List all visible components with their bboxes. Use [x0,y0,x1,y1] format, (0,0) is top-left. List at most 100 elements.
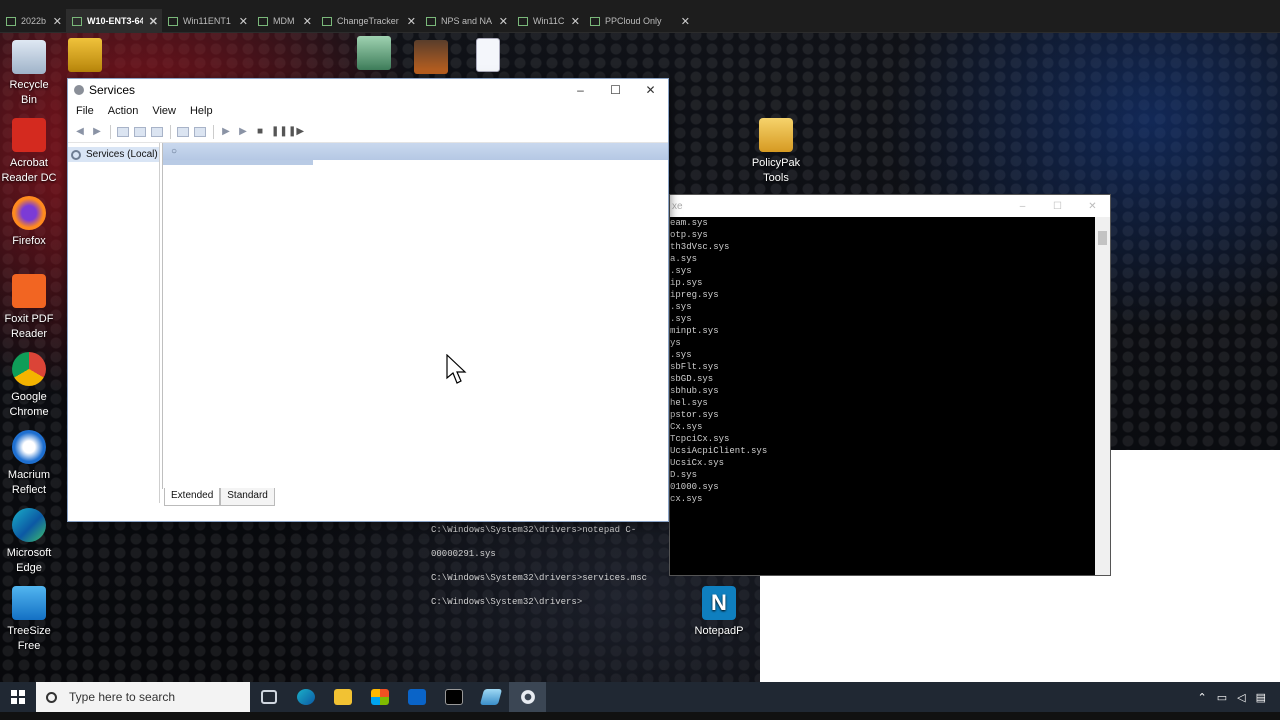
tree-item-label: Services (Local) [86,149,158,160]
command-prompt-window[interactable]: xe – ☐ ✕ eam.sys otp.sys th3dVsc.sys a.sys.… [669,194,1111,576]
desktop-icon-foxit[interactable]: Foxit PDF Reader [0,274,58,342]
desktop-icon-chrome[interactable]: Google Chrome [0,352,58,420]
menu-help[interactable]: Help [190,105,213,117]
taskbar-services[interactable] [509,682,546,712]
cmd-title-text: xe [672,200,683,212]
close-icon[interactable]: ✕ [303,15,312,28]
rdp-tab-win11ent1[interactable]: Win11ENT1 ✕ [162,9,252,33]
foxit-icon [12,274,46,308]
close-icon[interactable]: ✕ [571,15,580,28]
menu-file[interactable]: File [76,105,94,117]
cmd-titlebar[interactable]: xe – ☐ ✕ [670,195,1110,217]
notepad-icon: N [702,586,736,620]
maximize-button[interactable]: ☐ [598,83,633,97]
services-window[interactable]: Services – ☐ ✕ File Action View Help ◀ ▶… [67,78,669,522]
cmd-line: C:\Windows\System32\drivers> [431,597,583,607]
rdp-tab-nps-and-na[interactable]: NPS and NA ✕ [420,9,512,33]
rdp-tab-label: NPS and NA [441,16,493,26]
refresh-icon[interactable] [134,126,146,137]
desktop-icon-recycle-bin[interactable]: Recycle Bin [0,40,58,108]
cmd-line: ip.sys [670,278,703,288]
forward-arrow-icon[interactable]: ▶ [91,126,103,137]
help-icon[interactable] [177,126,189,137]
volume-icon[interactable]: ◁ [1237,691,1245,704]
menu-action[interactable]: Action [108,105,139,117]
restart-service-icon[interactable]: ❚▶ [288,126,304,137]
archive-icon[interactable] [68,38,102,72]
minimize-button[interactable]: – [1005,201,1040,212]
rdp-tab-mdm[interactable]: MDM ✕ [252,9,316,33]
notification-icon[interactable]: ▤ [1256,691,1266,704]
cmd-line: .sys [670,302,692,312]
rdp-tab-ppcloud-only[interactable]: PPCloud Only ✕ [584,9,694,33]
rdp-tab-changetracker[interactable]: ChangeTracker ✕ [316,9,420,33]
tab-extended[interactable]: Extended [164,488,221,506]
taskbar-cmd[interactable] [435,682,472,712]
taskbar-notepad[interactable] [472,682,509,712]
desktop-icon-acrobat[interactable]: Acrobat Reader DC [0,118,58,186]
maximize-button[interactable]: ☐ [1040,201,1075,212]
tab-standard[interactable]: Standard [220,488,275,506]
task-view-button[interactable] [250,682,287,712]
chevron-up-icon[interactable]: ⌃ [1198,691,1207,704]
firefox-icon [12,196,46,230]
session-icon [426,16,436,26]
cmd-line: pstor.sys [670,410,719,420]
rdp-tab-label: W10-ENT3-64 [87,16,143,26]
taskbar-mail[interactable] [398,682,435,712]
show-hide-tree-icon[interactable] [117,126,129,137]
services-titlebar[interactable]: Services – ☐ ✕ [68,79,668,101]
rdp-tab-bar: 2022b ✕ W10-ENT3-64 ✕ Win11ENT1 ✕ MDM ✕ … [0,0,1280,33]
close-icon[interactable]: ✕ [53,15,62,28]
taskbar-edge[interactable] [287,682,324,712]
taskbar-file-explorer[interactable] [324,682,361,712]
desktop-icon-edge[interactable]: Microsoft Edge [0,508,58,576]
recycle-bin-icon [12,40,46,74]
gear-icon [74,85,84,95]
image-file-icon[interactable] [357,36,391,70]
start-service-alt-icon[interactable]: ▶ [237,126,249,137]
close-icon[interactable]: ✕ [407,15,416,28]
document-file-icon[interactable] [476,38,500,72]
cmd-line: UcsiCx.sys [670,458,725,468]
taskbar-search-box[interactable]: Type here to search [36,682,250,712]
desktop-icon-policypak[interactable]: PolicyPak Tools [747,118,805,186]
cmd-line: hel.sys [670,398,708,408]
services-list-pane[interactable]: ○ [162,143,668,489]
video-file-icon[interactable] [414,40,448,74]
back-arrow-icon[interactable]: ◀ [74,126,86,137]
search-placeholder: Type here to search [69,690,176,704]
desktop-icon-treesize[interactable]: TreeSize Free [0,586,58,654]
cmd-scrollbar[interactable] [1095,217,1110,575]
taskbar-store[interactable] [361,682,398,712]
start-button[interactable] [0,682,36,712]
close-button[interactable]: ✕ [1075,201,1110,212]
close-icon[interactable]: ✕ [239,15,248,28]
content-header: ○ [163,143,668,160]
export-list-icon[interactable] [151,126,163,137]
menu-view[interactable]: View [152,105,176,117]
desktop-icon-macrium[interactable]: Macrium Reflect [0,430,58,498]
macrium-icon [12,430,46,464]
session-icon [6,16,16,26]
desktop-icon-firefox[interactable]: Firefox [0,196,58,249]
network-icon[interactable]: ▭ [1217,691,1227,704]
pause-service-icon[interactable]: ❚❚ [271,126,288,137]
close-button[interactable]: ✕ [633,83,668,97]
properties-icon[interactable] [194,126,206,137]
start-service-icon[interactable]: ▶ [220,126,232,137]
close-icon[interactable]: ✕ [681,15,690,28]
rdp-tab-2022b[interactable]: 2022b ✕ [0,9,66,33]
cmd-line: th3dVsc.sys [670,242,730,252]
tree-item-services-local[interactable]: Services (Local) [68,147,159,162]
taskbar: Type here to search ⌃ ▭ ◁ ▤ [0,682,1280,712]
stop-service-icon[interactable]: ■ [254,126,266,137]
search-icon [46,691,57,703]
desktop-icon-notepad[interactable]: N NotepadP [690,586,748,639]
close-icon[interactable]: ✕ [499,15,508,28]
minimize-button[interactable]: – [563,83,598,97]
close-icon[interactable]: ✕ [149,15,158,28]
rdp-tab-w10-ent3-64[interactable]: W10-ENT3-64 ✕ [66,9,162,33]
rdp-tab-win11cloud[interactable]: Win11Cloud ✕ [512,9,584,33]
scrollbar-thumb[interactable] [1098,231,1107,245]
